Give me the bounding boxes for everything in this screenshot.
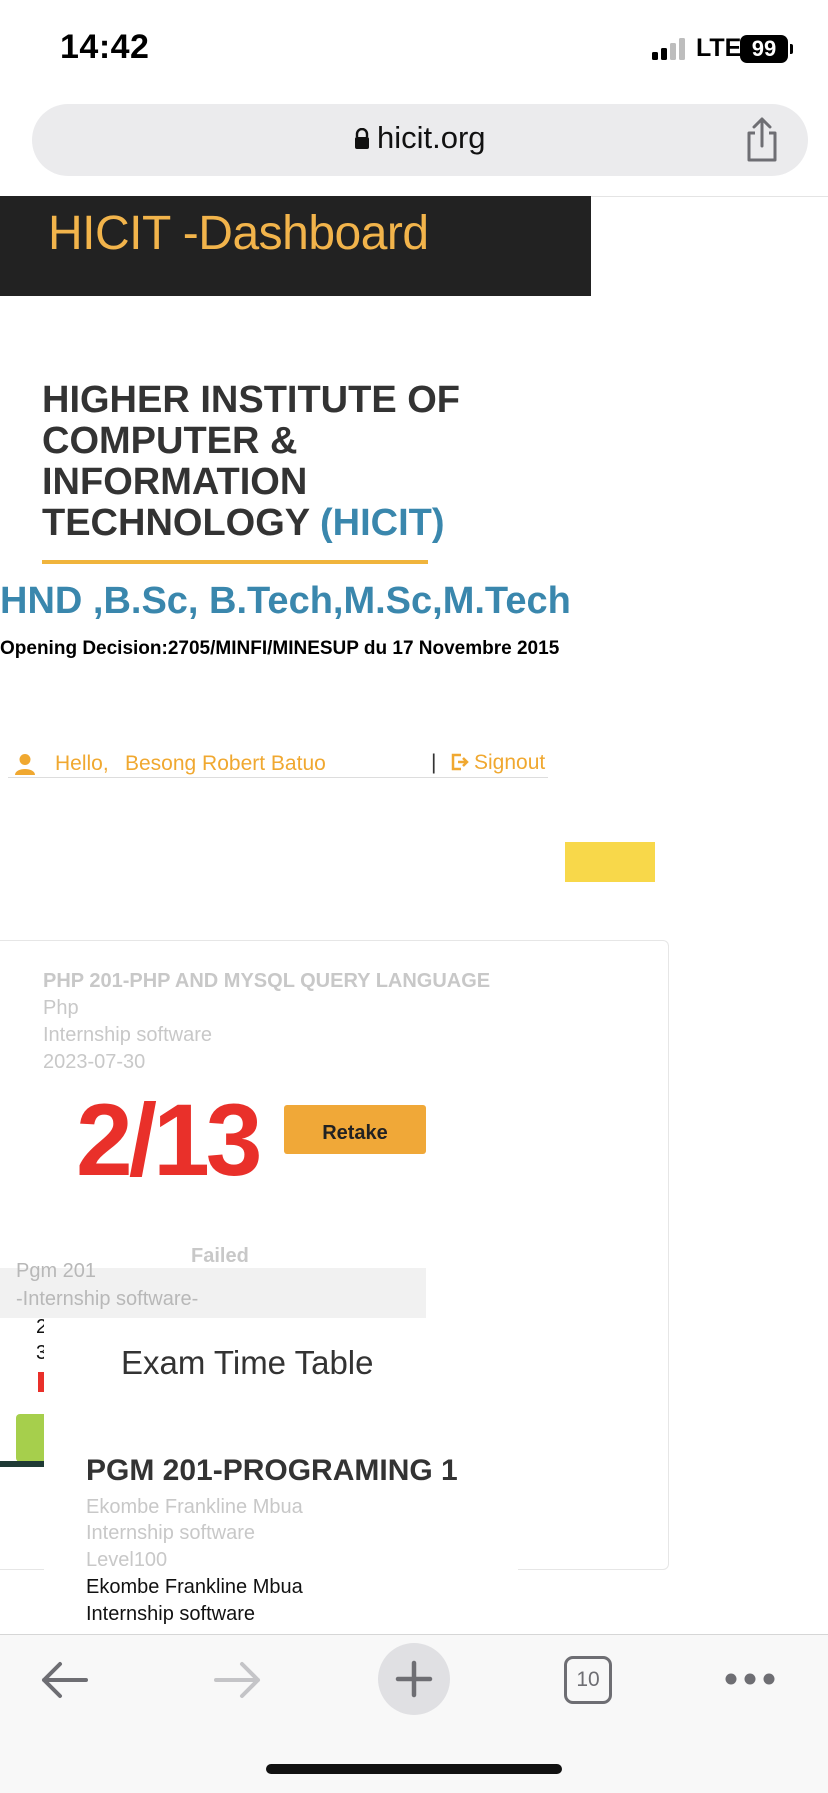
signout-label: Signout [474,751,546,774]
greeting-underline [8,777,548,778]
signout-icon [451,753,469,771]
status-time: 14:42 [60,28,150,66]
exam-lecturer: Ekombe Frankline Mbua [86,1496,303,1518]
arrow-left-icon[interactable] [38,1658,92,1702]
dashboard-title[interactable]: HICIT -Dashboard [48,206,429,261]
lock-icon [355,128,369,149]
user-name: Besong Robert Batuo [125,752,326,775]
course-date: 2023-07-30 [43,1051,146,1073]
signal-strength-icon [652,36,688,60]
tabs-button[interactable]: 10 [564,1656,612,1704]
home-indicator [266,1764,562,1774]
partial-course: Pgm 201 [16,1260,97,1282]
partial-department: -Internship software- [16,1288,199,1310]
network-type: LTE [696,34,742,62]
yellow-button[interactable] [565,842,655,882]
greeting-hello: Hello, [55,752,109,775]
exam-course-title: PGM 201-PROGRAMING 1 [86,1454,458,1487]
course-title: PHP 201-PHP AND MYSQL QUERY LANGUAGE [43,970,491,992]
greeting-separator: | [431,751,437,774]
dark-underline [0,1461,44,1467]
exam-department-repeat: Internship software [86,1603,255,1625]
degrees-offered: HND ,B.Sc, B.Tech,M.Sc,M.Tech [0,580,571,622]
exam-level: Level100 [86,1549,168,1571]
exam-lecturer-repeat: Ekombe Frankline Mbua [86,1576,303,1598]
green-button[interactable] [16,1414,44,1462]
exam-timetable-title: Exam Time Table [121,1344,374,1381]
battery-tip [790,44,793,54]
url-text[interactable]: hicit.org [377,120,486,156]
plus-icon [395,1660,433,1698]
ellipsis-icon[interactable] [724,1670,776,1688]
course-subject: Php [43,997,79,1019]
score: 2/13 [76,1083,263,1197]
arrow-right-icon[interactable] [210,1658,264,1702]
signout-link[interactable]: Signout [450,751,545,775]
institute-abbr: (HICIT) [320,502,445,544]
share-icon[interactable] [742,116,782,164]
new-tab-button[interactable] [378,1643,450,1715]
institute-title: HIGHER INSTITUTE OF COMPUTER & INFORMATI… [42,380,512,544]
exam-department: Internship software [86,1522,255,1544]
opening-decision: Opening Decision:2705/MINFI/MINESUP du 1… [0,638,560,659]
battery-icon: 99 [740,35,788,63]
course-department: Internship software [43,1024,212,1046]
title-underline [42,560,428,564]
result-status: Failed [191,1245,249,1267]
user-icon [15,754,35,775]
retake-button[interactable]: Retake [284,1105,426,1154]
